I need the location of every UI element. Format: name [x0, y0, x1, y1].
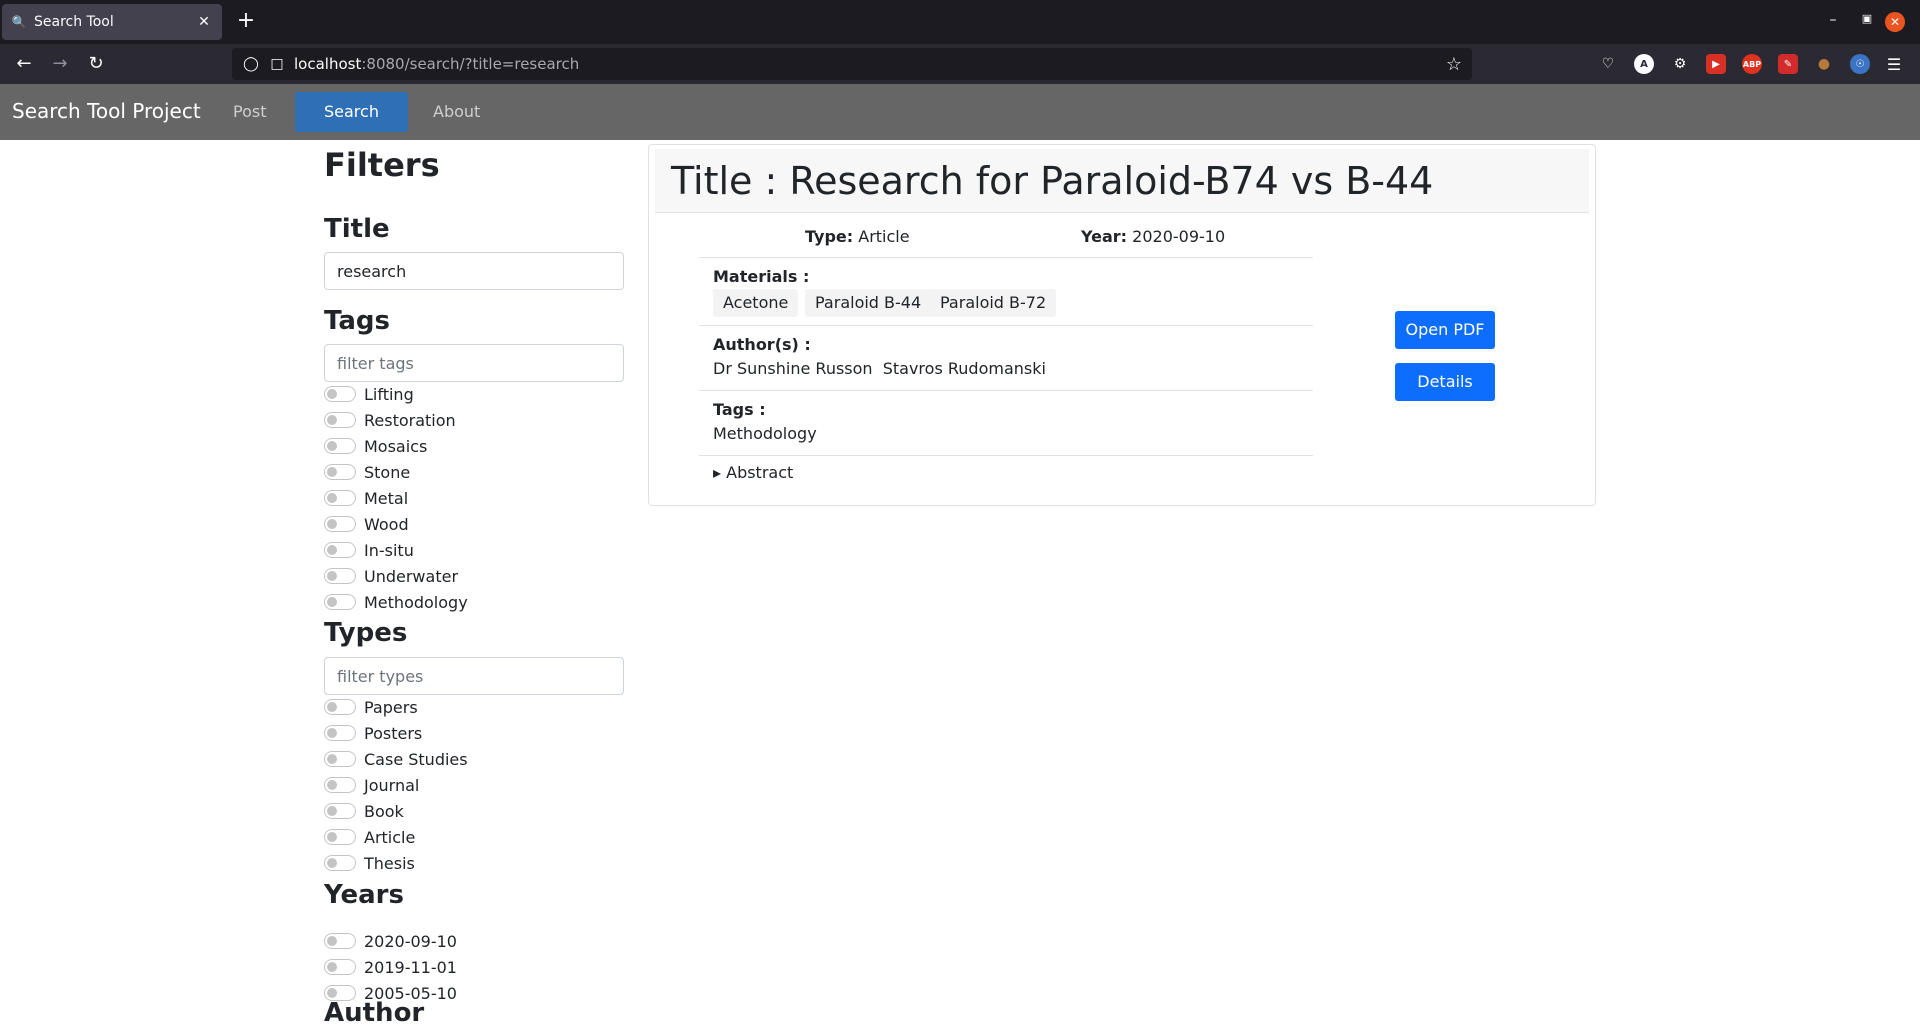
- nav-post[interactable]: Post: [204, 92, 295, 132]
- toggle-switch[interactable]: [324, 594, 356, 610]
- authors-value: Dr Sunshine Russon Stavros Rudomanski: [713, 359, 1046, 378]
- toggle-switch[interactable]: [324, 829, 356, 845]
- tags-filter-input[interactable]: [324, 344, 624, 382]
- type-toggle-posters[interactable]: Posters: [324, 722, 422, 744]
- page-icon[interactable]: □: [268, 56, 286, 72]
- toggle-switch[interactable]: [324, 542, 356, 558]
- title-input[interactable]: [324, 252, 624, 290]
- nav-about[interactable]: About: [404, 92, 509, 132]
- toggle-switch[interactable]: [324, 777, 356, 793]
- toggle-switch[interactable]: [324, 438, 356, 454]
- nav-search[interactable]: Search: [295, 92, 408, 132]
- divider: [699, 390, 1313, 391]
- divider: [699, 455, 1313, 456]
- back-icon[interactable]: ←: [12, 52, 36, 76]
- open-pdf-button[interactable]: Open PDF: [1395, 311, 1495, 349]
- details-button[interactable]: Details: [1395, 363, 1495, 401]
- minimize-icon[interactable]: –: [1823, 12, 1843, 28]
- youtube-extension-icon[interactable]: ▶: [1706, 54, 1726, 74]
- title-heading: Title: [324, 214, 390, 244]
- result-year: Year: 2020-09-10: [1081, 227, 1226, 246]
- tags-value: Methodology: [713, 424, 817, 443]
- result-type: Type: Article: [805, 227, 910, 246]
- app-navbar: Search Tool Project Post Search About: [0, 84, 1920, 140]
- browser-toolbar: ← → ↻ ◯ □ localhost:8080/search/?title=r…: [0, 44, 1920, 84]
- toggle-switch[interactable]: [324, 725, 356, 741]
- result-card-header: Title : Research for Paraloid-B74 vs B-4…: [655, 149, 1589, 213]
- tag-toggle-lifting[interactable]: Lifting: [324, 383, 414, 405]
- material-chip: Paraloid B-44: [805, 289, 932, 317]
- result-title: Title : Research for Paraloid-B74 vs B-4…: [671, 159, 1434, 203]
- browser-tab-bar: 🔍 Search Tool ✕ + – ▣ ✕: [0, 0, 1920, 44]
- type-toggle-article[interactable]: Article: [324, 826, 415, 848]
- url-host: localhost: [294, 55, 362, 73]
- tag-toggle-metal[interactable]: Metal: [324, 487, 408, 509]
- extension-blue-icon[interactable]: ☉: [1850, 54, 1870, 74]
- type-toggle-thesis[interactable]: Thesis: [324, 852, 415, 874]
- url-path: :8080/search/?title=research: [361, 55, 580, 73]
- tag-toggle-restoration[interactable]: Restoration: [324, 409, 456, 431]
- reload-icon[interactable]: ↻: [84, 52, 108, 76]
- toggle-switch[interactable]: [324, 933, 356, 949]
- tag-toggle-wood[interactable]: Wood: [324, 513, 409, 535]
- browser-tab[interactable]: 🔍 Search Tool ✕: [2, 4, 222, 40]
- window-close-icon[interactable]: ✕: [1885, 12, 1905, 32]
- new-tab-icon[interactable]: +: [234, 10, 258, 34]
- toggle-switch[interactable]: [324, 386, 356, 402]
- divider: [699, 257, 1313, 258]
- adblock-plus-icon[interactable]: ABP: [1742, 54, 1762, 74]
- result-card: Title : Research for Paraloid-B74 vs B-4…: [648, 144, 1596, 506]
- shield-icon[interactable]: ◯: [242, 56, 260, 72]
- brand[interactable]: Search Tool Project: [12, 99, 201, 123]
- toggle-switch[interactable]: [324, 490, 356, 506]
- toggle-switch[interactable]: [324, 568, 356, 584]
- tag-toggle-stone[interactable]: Stone: [324, 461, 410, 483]
- tag-toggle-mosaics[interactable]: Mosaics: [324, 435, 427, 457]
- authors-label: Author(s) :: [713, 335, 811, 354]
- tag-toggle-underwater[interactable]: Underwater: [324, 565, 458, 587]
- toggle-switch[interactable]: [324, 464, 356, 480]
- toggle-switch[interactable]: [324, 803, 356, 819]
- author-heading: Author: [324, 998, 425, 1028]
- url-bar[interactable]: ◯ □ localhost:8080/search/?title=researc…: [232, 48, 1472, 80]
- tag-toggle-in-situ[interactable]: In-situ: [324, 539, 414, 561]
- extension-gear-icon[interactable]: ⚙: [1670, 54, 1690, 74]
- type-toggle-book[interactable]: Book: [324, 800, 404, 822]
- toggle-switch[interactable]: [324, 699, 356, 715]
- bookmark-star-icon[interactable]: ☆: [1446, 54, 1462, 75]
- toggle-switch[interactable]: [324, 959, 356, 975]
- abstract-toggle[interactable]: ▸ Abstract: [713, 463, 793, 482]
- tab-close-icon[interactable]: ✕: [196, 14, 212, 30]
- materials-label: Materials :: [713, 267, 810, 286]
- types-filter-input[interactable]: [324, 657, 624, 695]
- toggle-switch[interactable]: [324, 412, 356, 428]
- filters-heading: Filters: [324, 146, 440, 184]
- toggle-switch[interactable]: [324, 855, 356, 871]
- extension-red-icon[interactable]: ✎: [1778, 54, 1798, 74]
- divider: [699, 325, 1313, 326]
- years-heading: Years: [324, 880, 404, 910]
- forward-icon[interactable]: →: [48, 52, 72, 76]
- year-toggle-2020-09-10[interactable]: 2020-09-10: [324, 930, 457, 952]
- material-chip: Acetone: [713, 289, 799, 317]
- toggle-switch[interactable]: [324, 516, 356, 532]
- search-favicon-icon: 🔍: [11, 15, 27, 29]
- toggle-switch[interactable]: [324, 751, 356, 767]
- types-heading: Types: [324, 618, 408, 648]
- tag-toggle-methodology[interactable]: Methodology: [324, 591, 468, 613]
- tags-label: Tags :: [713, 400, 766, 419]
- extension-a-icon[interactable]: A: [1634, 54, 1654, 74]
- tags-heading: Tags: [324, 306, 391, 336]
- type-toggle-journal[interactable]: Journal: [324, 774, 419, 796]
- tab-title: Search Tool: [34, 14, 114, 30]
- pocket-icon[interactable]: ♡: [1598, 54, 1618, 74]
- year-toggle-2019-11-01[interactable]: 2019-11-01: [324, 956, 457, 978]
- material-chip: Paraloid B-72: [930, 289, 1057, 317]
- type-toggle-papers[interactable]: Papers: [324, 696, 418, 718]
- restore-icon[interactable]: ▣: [1857, 12, 1877, 25]
- type-toggle-case-studies[interactable]: Case Studies: [324, 748, 468, 770]
- extension-brown-icon[interactable]: ●: [1814, 54, 1834, 74]
- menu-icon[interactable]: ☰: [1884, 54, 1904, 74]
